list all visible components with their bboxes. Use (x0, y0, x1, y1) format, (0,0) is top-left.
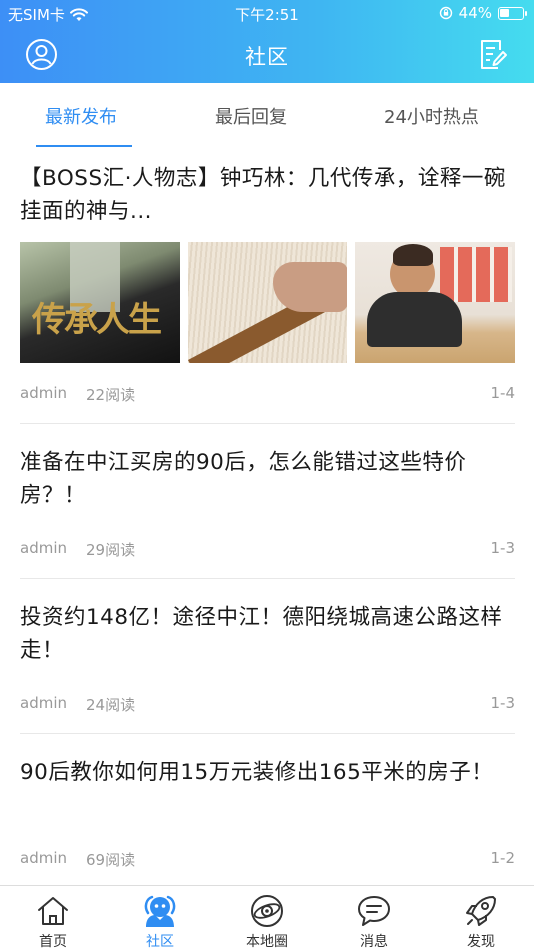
nav-label: 首页 (39, 934, 67, 950)
bottom-nav: 首页 社区 本地圈 消息 发现 (0, 885, 534, 950)
thumbnail-caption: 传承人生 (32, 300, 162, 340)
tab-bar: 最新发布 最后回复 24小时热点 (0, 83, 534, 148)
nav-item-messages[interactable]: 消息 (334, 886, 414, 950)
edit-document-icon[interactable] (478, 38, 508, 71)
rocket-icon (466, 896, 496, 926)
post-read-count: 69阅读 (86, 851, 136, 869)
post-title[interactable]: 投资约148亿！途径中江！德阳绕城高速公路这样走！ (20, 601, 515, 667)
post-title[interactable]: 【BOSS汇·人物志】钟巧林：几代传承，诠释一碗挂面的神与... (20, 162, 515, 228)
post-author: admin (20, 384, 67, 402)
tab-24h-hot[interactable]: 24小时热点 (384, 103, 479, 129)
message-icon (358, 896, 390, 926)
battery-icon (498, 6, 527, 20)
nav-item-local-circle[interactable]: 本地圈 (227, 886, 307, 950)
tab-latest[interactable]: 最新发布 (45, 103, 117, 129)
post-item[interactable]: 【BOSS汇·人物志】钟巧林：几代传承，诠释一碗挂面的神与... 传承人生 ad… (20, 162, 516, 424)
home-icon (38, 897, 68, 925)
local-circle-icon (251, 895, 283, 927)
status-right: 44% (439, 4, 527, 22)
post-title[interactable]: 准备在中江买房的90后，怎么能错过这些特价房？！ (20, 446, 515, 512)
post-date: 1-3 (490, 694, 516, 712)
post-item[interactable]: 准备在中江买房的90后，怎么能错过这些特价房？！ admin 29阅读 1-3 (20, 446, 515, 579)
nav-item-community[interactable]: 社区 (120, 886, 200, 950)
post-author: admin (20, 539, 67, 557)
battery-percent: 44% (458, 4, 492, 22)
thumbnail-image[interactable]: 传承人生 (20, 242, 180, 363)
app-header: 无SIM卡 下午2:51 44% 社区 (0, 0, 534, 83)
nav-label: 发现 (467, 934, 495, 950)
post-thumbnails: 传承人生 (20, 242, 516, 363)
nav-label: 社区 (146, 934, 174, 950)
post-item[interactable]: 投资约148亿！途径中江！德阳绕城高速公路这样走！ admin 24阅读 1-3 (20, 601, 515, 734)
post-read-count: 22阅读 (86, 386, 136, 404)
post-title[interactable]: 90后教你如何用15万元装修出165平米的房子！ (20, 756, 515, 789)
nav-item-home[interactable]: 首页 (13, 886, 93, 950)
nav-item-discover[interactable]: 发现 (441, 886, 521, 950)
page-title: 社区 (245, 45, 289, 69)
post-read-count: 29阅读 (86, 541, 136, 559)
nav-label: 消息 (360, 934, 388, 950)
community-icon (144, 895, 176, 927)
nav-bar: 社区 (0, 28, 534, 83)
tab-indicator (36, 145, 132, 147)
tab-last-reply[interactable]: 最后回复 (215, 103, 287, 129)
status-bar: 无SIM卡 下午2:51 44% (0, 0, 534, 28)
post-author: admin (20, 849, 67, 867)
orientation-lock-icon (439, 6, 452, 20)
post-date: 1-2 (490, 849, 516, 867)
post-author: admin (20, 694, 67, 712)
thumbnail-image[interactable] (187, 242, 348, 363)
thumbnail-image[interactable] (355, 242, 516, 363)
post-read-count: 24阅读 (86, 696, 136, 714)
post-item[interactable]: 90后教你如何用15万元装修出165平米的房子！ admin 69阅读 1-2 (20, 756, 515, 885)
nav-label: 本地圈 (246, 934, 288, 950)
post-date: 1-4 (490, 384, 516, 402)
post-date: 1-3 (490, 539, 516, 557)
